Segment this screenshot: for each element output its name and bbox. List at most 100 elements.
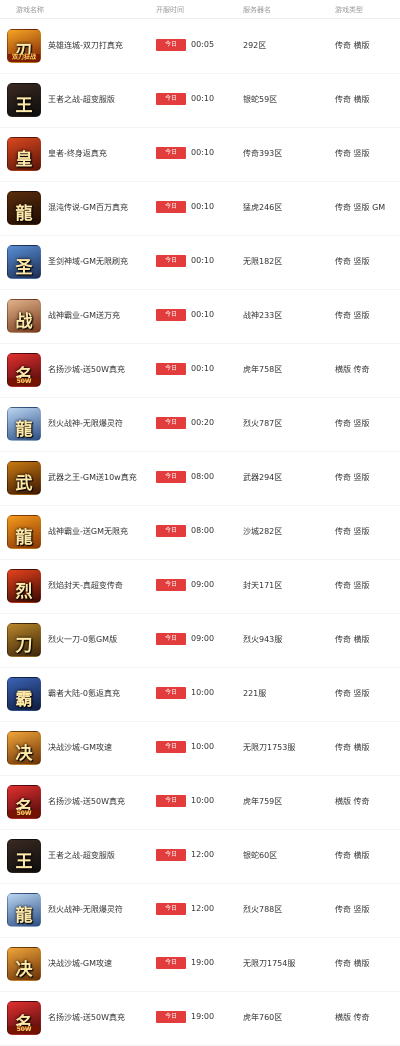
game-icon-battle[interactable]: 决	[7, 731, 41, 765]
icon-glyph: 龍	[15, 420, 33, 440]
server-name: 传奇393区	[243, 149, 283, 158]
table-row[interactable]: 皇 皇者-终身返真充 今日 00:10 传奇393区 传奇 竖版	[0, 127, 400, 182]
game-icon-saber[interactable]: 刀	[7, 623, 41, 657]
game-name-link[interactable]: 战神霸业-GM送万充	[48, 310, 120, 321]
today-badge: 今日	[156, 417, 186, 429]
game-icon-king[interactable]: 王	[7, 83, 41, 117]
game-icon-blade[interactable]: 武	[7, 461, 41, 495]
table-row[interactable]: 圣 圣剑神域-GM无限刷充 今日 00:10 无限182区 传奇 竖版	[0, 235, 400, 290]
server-name: 无限182区	[243, 257, 283, 266]
today-badge: 今日	[156, 903, 186, 915]
game-name-link[interactable]: 烈火战神-无限爆灵符	[48, 904, 123, 915]
table-row[interactable]: 霸 霸者大陆-0氪返真充 今日 10:00 221服 传奇 竖版	[0, 667, 400, 722]
table-row[interactable]: 龍 混沌传说-GM百万真充 今日 00:10 猛虎246区 传奇 竖版 GM	[0, 181, 400, 236]
game-icon-orb[interactable]: 名 50W	[7, 785, 41, 819]
game-icon-warrior[interactable]: 刃双刀狂战	[7, 29, 41, 63]
game-name-link[interactable]: 决战沙城-GM攻速	[48, 742, 112, 753]
game-name-link[interactable]: 决战沙城-GM攻速	[48, 958, 112, 969]
game-name-link[interactable]: 英雄连城-双刀打真充	[48, 40, 123, 51]
game-type: 传奇 竖版	[335, 527, 370, 536]
open-time: 08:00	[191, 472, 215, 481]
game-name-link[interactable]: 王者之战-超变服版	[48, 850, 115, 861]
game-icon-dragon-orange[interactable]: 龍	[7, 515, 41, 549]
game-type: 横版 传奇	[335, 797, 370, 806]
game-icon-overlord[interactable]: 霸	[7, 677, 41, 711]
game-name-link[interactable]: 混沌传说-GM百万真充	[48, 202, 128, 213]
table-row[interactable]: 名 50W 名扬沙城-送50W真充 今日 00:10 虎年758区 横版 传奇	[0, 343, 400, 398]
game-type: 传奇 横版	[335, 635, 370, 644]
game-type: 传奇 竖版	[335, 419, 370, 428]
open-time: 00:20	[191, 418, 215, 427]
game-icon-sword[interactable]: 皇	[7, 137, 41, 171]
today-badge: 今日	[156, 363, 186, 375]
open-time: 00:10	[191, 94, 215, 103]
table-row[interactable]: 烈 烈焰封天-真超变传奇 今日 09:00 封天171区 传奇 竖版	[0, 559, 400, 614]
table-row[interactable]: 刃双刀狂战 英雄连城-双刀打真充 今日 00:05 292区 传奇 横版	[0, 19, 400, 74]
server-name: 烈火787区	[243, 419, 283, 428]
game-type: 传奇 横版	[335, 959, 370, 968]
game-icon-orb[interactable]: 名 50W	[7, 353, 41, 387]
server-name: 虎年760区	[243, 1013, 283, 1022]
icon-glyph: 决	[15, 960, 33, 980]
open-time: 08:00	[191, 526, 215, 535]
today-badge: 今日	[156, 957, 186, 969]
game-icon-battle[interactable]: 决	[7, 947, 41, 981]
icon-glyph: 王	[15, 852, 33, 872]
game-name-link[interactable]: 战神霸业-送GM无限充	[48, 526, 128, 537]
server-name: 银蛇60区	[243, 851, 278, 860]
open-time: 00:10	[191, 202, 215, 211]
game-name-link[interactable]: 名扬沙城-送50W真充	[48, 1012, 125, 1023]
server-name: 无限刀1754服	[243, 959, 296, 968]
game-type: 横版 传奇	[335, 365, 370, 374]
today-badge: 今日	[156, 93, 186, 105]
game-name-link[interactable]: 名扬沙城-送50W真充	[48, 364, 125, 375]
table-row[interactable]: 决 决战沙城-GM攻速 今日 19:00 无限刀1754服 传奇 横版	[0, 937, 400, 992]
table-row[interactable]: 名 50W 名扬沙城-送50W真充 今日 10:00 虎年759区 横版 传奇	[0, 775, 400, 830]
table-row[interactable]: 刀 烈火一刀-0氪GM版 今日 09:00 烈火943服 传奇 横版	[0, 613, 400, 668]
game-name-link[interactable]: 皇者-终身返真充	[48, 148, 107, 159]
game-name-link[interactable]: 霸者大陆-0氪返真充	[48, 688, 120, 699]
game-type: 横版 传奇	[335, 1013, 370, 1022]
game-icon-dragon-blue[interactable]: 龍	[7, 407, 41, 441]
game-icon-knight[interactable]: 圣	[7, 245, 41, 279]
table-row[interactable]: 龍 烈火战神-无限爆灵符 今日 12:00 烈火788区 传奇 竖版	[0, 883, 400, 938]
game-type: 传奇 横版	[335, 743, 370, 752]
table-row[interactable]: 武 武器之王-GM送10w真充 今日 08:00 武器294区 传奇 竖版	[0, 451, 400, 506]
table-row[interactable]: 战 战神霸业-GM送万充 今日 00:10 战神233区 传奇 竖版	[0, 289, 400, 344]
game-name-link[interactable]: 王者之战-超变服版	[48, 94, 115, 105]
game-name-link[interactable]: 圣剑神域-GM无限刷充	[48, 256, 128, 267]
icon-badge: 50W	[8, 378, 40, 386]
today-badge: 今日	[156, 309, 186, 321]
game-icon-dragon-blue[interactable]: 龍	[7, 893, 41, 927]
icon-glyph: 龍	[15, 204, 33, 224]
server-name: 战神233区	[243, 311, 283, 320]
icon-glyph: 决	[15, 744, 33, 764]
game-name-link[interactable]: 烈火一刀-0氪GM版	[48, 634, 117, 645]
header-open-time: 开服时间	[156, 6, 184, 14]
server-name: 虎年759区	[243, 797, 283, 806]
game-icon-warlord[interactable]: 战	[7, 299, 41, 333]
table-row[interactable]: 名 50W 名扬沙城-送50W真充 今日 19:00 虎年760区 横版 传奇	[0, 991, 400, 1046]
game-name-link[interactable]: 烈火战神-无限爆灵符	[48, 418, 123, 429]
icon-glyph: 圣	[15, 258, 33, 278]
icon-badge: 50W	[8, 810, 40, 818]
table-row[interactable]: 龍 战神霸业-送GM无限充 今日 08:00 沙城282区 传奇 竖版	[0, 505, 400, 560]
table-row[interactable]: 王 王者之战-超变服版 今日 00:10 银蛇59区 传奇 横版	[0, 73, 400, 128]
game-type: 传奇 竖版	[335, 149, 370, 158]
game-icon-dragon-gold[interactable]: 龍	[7, 191, 41, 225]
game-name-link[interactable]: 名扬沙城-送50W真充	[48, 796, 125, 807]
game-icon-flame[interactable]: 烈	[7, 569, 41, 603]
server-name: 虎年758区	[243, 365, 283, 374]
open-time: 09:00	[191, 580, 215, 589]
table-row[interactable]: 决 决战沙城-GM攻速 今日 10:00 无限刀1753服 传奇 横版	[0, 721, 400, 776]
table-row[interactable]: 王 王者之战-超变服版 今日 12:00 银蛇60区 传奇 横版	[0, 829, 400, 884]
game-type: 传奇 竖版	[335, 257, 370, 266]
game-icon-orb[interactable]: 名 50W	[7, 1001, 41, 1035]
game-name-link[interactable]: 武器之王-GM送10w真充	[48, 472, 137, 483]
game-name-link[interactable]: 烈焰封天-真超变传奇	[48, 580, 123, 591]
game-icon-king[interactable]: 王	[7, 839, 41, 873]
game-type: 传奇 竖版 GM	[335, 203, 386, 212]
server-name: 沙城282区	[243, 527, 283, 536]
table-row[interactable]: 龍 烈火战神-无限爆灵符 今日 00:20 烈火787区 传奇 竖版	[0, 397, 400, 452]
game-type: 传奇 竖版	[335, 905, 370, 914]
